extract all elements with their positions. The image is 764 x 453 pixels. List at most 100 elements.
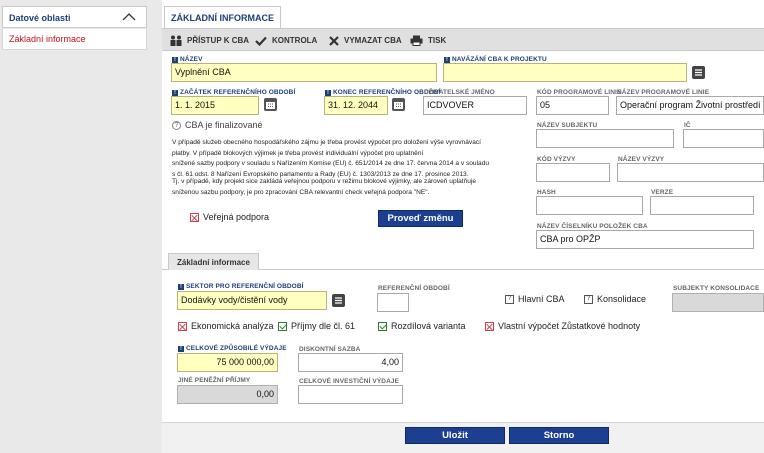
jine-input: 0,00 xyxy=(177,385,278,404)
note-line: V případě služeb obecného hospodářského … xyxy=(172,139,481,146)
users-icon xyxy=(170,35,182,46)
verejna-podpora-checkbox[interactable]: Veřejná podpora xyxy=(190,212,269,222)
chevron-up-icon[interactable] xyxy=(122,12,136,22)
sidebar-header-label: Datové oblasti xyxy=(9,13,71,23)
ic-input[interactable] xyxy=(683,129,764,148)
investicni-label: CELKOVÉ INVESTIČNÍ VÝDAJE xyxy=(299,378,400,385)
konec-input[interactable]: 31. 12. 2044 xyxy=(324,96,388,115)
sidebar-item-zakladni-informace[interactable]: Základní informace xyxy=(2,29,147,50)
nazev-subjektu-input[interactable] xyxy=(536,129,674,148)
uzivatel-input: ICDVOVER xyxy=(423,96,527,115)
sektor-input[interactable]: Dodávky vody/čistění vody xyxy=(177,291,327,310)
referencni-obdobi-input[interactable] xyxy=(377,293,409,312)
celkove-label: ! CELKOVÉ ZPŮSOBILÉ VÝDAJE xyxy=(178,345,287,352)
kod-vyzvy-label: KÓD VÝZVY xyxy=(537,156,576,163)
kontrola-label: KONTROLA xyxy=(272,36,318,45)
list-icon[interactable] xyxy=(692,66,705,79)
hlavni-cba-label: Hlavní CBA xyxy=(518,294,565,304)
list-icon[interactable] xyxy=(332,294,345,307)
zacatek-input[interactable]: 1. 1. 2015 xyxy=(171,96,259,115)
verejna-podpora-label: Veřejná podpora xyxy=(203,212,270,222)
help-icon[interactable]: ? xyxy=(172,120,181,130)
nazev-programove-linie-input[interactable]: Operační program Životní prostředí xyxy=(616,96,764,115)
check-icon xyxy=(378,321,387,331)
nazev-label: ! NÁZEV xyxy=(172,56,203,63)
referencni-obdobi-label: REFERENČNÍ OBDOBÍ xyxy=(378,285,450,292)
check-icon xyxy=(278,321,287,331)
note-line: platby. V případě blokových výjimek je t… xyxy=(172,149,424,157)
finalizovano-label: CBA je finalizované xyxy=(185,120,263,130)
ciselnik-input[interactable]: CBA pro OPŽP xyxy=(536,230,754,249)
kontrola-button[interactable]: KONTROLA xyxy=(255,33,317,48)
ekonomicka-label: Ekonomická analýza xyxy=(191,321,274,331)
ulozit-button[interactable]: Uložit xyxy=(405,427,505,444)
tab-sub-zakladni-informace[interactable]: Základní informace xyxy=(168,253,259,270)
check-icon xyxy=(255,36,267,46)
verze-input[interactable] xyxy=(650,196,754,215)
footer-bar: Uložit Storno xyxy=(162,422,764,453)
kod-programove-linie-label: KÓD PROGRAMOVÉ LINIE xyxy=(537,89,622,96)
ic-label: IČ xyxy=(684,122,691,129)
calendar-icon[interactable] xyxy=(264,98,277,111)
info-note: V případě služeb obecného hospodářského … xyxy=(172,138,522,198)
sektor-label: ! SEKTOR PRO REFERENČNÍ OBDOBÍ xyxy=(178,283,304,290)
nazev-vyzvy-label: NÁZEV VÝZVY xyxy=(618,156,665,163)
note-line: sníženou sazbu podpory, je pro zpracován… xyxy=(172,188,430,196)
nazev-programove-linie-label: NÁZEV PROGRAMOVÉ LINIE xyxy=(617,89,710,96)
note-line: snížené sazby podpory v souladu s Naříze… xyxy=(172,160,490,167)
tab-zakladni-informace[interactable]: ZÁKLADNÍ INFORMACE xyxy=(164,6,281,28)
sub-tab-bar: Základní informace xyxy=(162,253,764,270)
zacatek-label: ! ZAČÁTEK REFERENČNÍHO OBDOBÍ xyxy=(172,89,295,96)
sidebar-item-label: Základní informace xyxy=(9,34,86,44)
note-line: Tj. v případě, kdy projekt sice zakládá … xyxy=(172,178,477,185)
kod-vyzvy-input[interactable] xyxy=(536,163,610,182)
navazani-input[interactable] xyxy=(443,63,687,82)
tisk-button[interactable]: TISK xyxy=(410,33,446,48)
investicni-input[interactable] xyxy=(298,385,403,404)
celkove-input[interactable]: 75 000 000,00 xyxy=(177,353,278,372)
sidebar: Datové oblasti Základní informace xyxy=(0,0,153,453)
print-icon xyxy=(410,35,423,46)
kod-programove-linie-input[interactable]: 05 xyxy=(536,96,609,115)
hash-input[interactable] xyxy=(536,196,643,215)
konsolidace-checkbox[interactable]: Konsolidace xyxy=(584,294,646,304)
x-mark-icon xyxy=(178,321,187,331)
pristup-label: PŘÍSTUP K CBA xyxy=(187,36,250,45)
proved-zmenu-button[interactable]: Proveď změnu xyxy=(378,210,463,227)
nazev-vyzvy-input[interactable] xyxy=(617,163,764,182)
vymazat-button[interactable]: VYMAZAT CBA xyxy=(329,33,402,48)
rozdilova-checkbox[interactable]: Rozdílová varianta xyxy=(378,321,466,331)
vlastni-checkbox[interactable]: Vlastní výpočet Zůstatkové hodnoty xyxy=(485,321,640,331)
ciselnik-label: NÁZEV ČÍSELNÍKU POLOŽEK CBA xyxy=(537,223,648,230)
verze-label: VERZE xyxy=(651,189,674,196)
ekonomicka-checkbox[interactable]: Ekonomická analýza xyxy=(178,321,274,331)
subjekty-input xyxy=(672,293,764,312)
x-mark-icon xyxy=(485,321,494,331)
close-icon xyxy=(329,35,339,46)
pristup-button[interactable]: PŘÍSTUP K CBA xyxy=(170,33,249,48)
question-box-icon xyxy=(584,294,593,304)
nazev-subjektu-label: NÁZEV SUBJEKTU xyxy=(537,122,598,129)
toolbar: PŘÍSTUP K CBA KONTROLA VYMAZAT CBA TISK xyxy=(162,28,764,51)
nazev-input[interactable]: Vyplnění CBA xyxy=(171,63,437,82)
sidebar-header[interactable]: Datové oblasti xyxy=(2,6,147,28)
x-mark-icon xyxy=(190,212,199,222)
diskontni-input[interactable]: 4,00 xyxy=(298,353,403,372)
konsolidace-label: Konsolidace xyxy=(597,294,647,304)
question-box-icon xyxy=(505,294,514,304)
finalizovano-info: ? CBA je finalizované xyxy=(172,120,263,130)
hash-label: HASH xyxy=(537,189,556,196)
navazani-label: ! NAVÁZÁNÍ CBA K PROJEKTU xyxy=(444,56,547,63)
vlastni-label: Vlastní výpočet Zůstatkové hodnoty xyxy=(498,321,641,331)
calendar-icon[interactable] xyxy=(392,98,405,111)
rozdilova-label: Rozdílová varianta xyxy=(391,321,466,331)
main-panel: ZÁKLADNÍ INFORMACE PŘÍSTUP K CBA KONTROL… xyxy=(162,0,764,453)
vymazat-label: VYMAZAT CBA xyxy=(344,36,402,45)
tisk-label: TISK xyxy=(428,36,447,45)
prijmy-label: Příjmy dle čl. 61 xyxy=(291,321,356,331)
subjekty-label: SUBJEKTY KONSOLIDACE xyxy=(673,285,760,292)
prijmy-checkbox[interactable]: Příjmy dle čl. 61 xyxy=(278,321,355,331)
storno-button[interactable]: Storno xyxy=(509,427,609,444)
hlavni-cba-checkbox[interactable]: Hlavní CBA xyxy=(505,294,565,304)
uzivatel-label: UŽIVATELSKÉ JMÉNO xyxy=(424,89,495,96)
